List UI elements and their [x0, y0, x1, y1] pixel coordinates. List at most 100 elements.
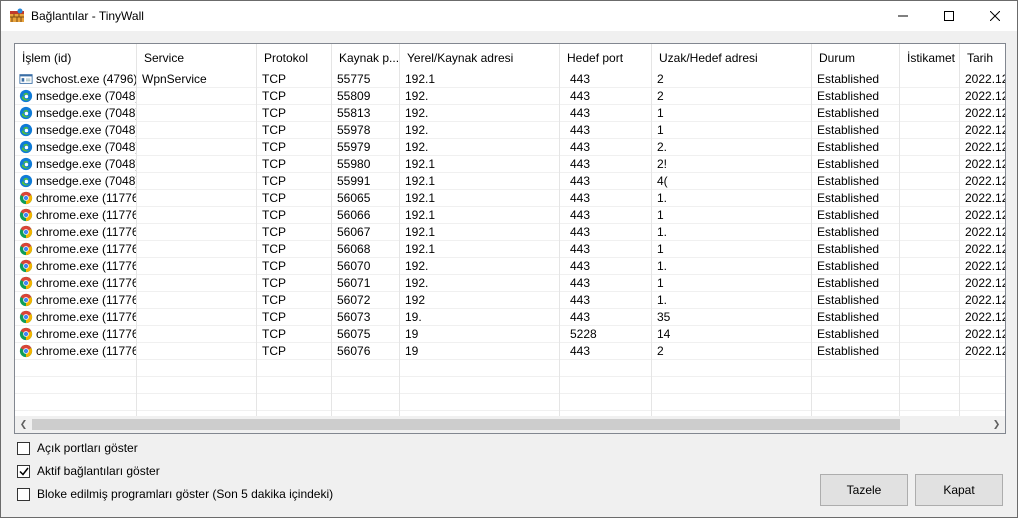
table-row[interactable]: chrome.exe (11776) TCP 56067 192.1 443 1. Esta… — [15, 224, 1005, 241]
table-row[interactable]: chrome.exe (11776) TCP 56065 192.1 443 1. Esta… — [15, 190, 1005, 207]
scroll-left-icon[interactable]: ❮ — [15, 416, 32, 433]
chrome-icon — [19, 327, 33, 341]
column-header-service[interactable]: Service — [137, 44, 257, 72]
scroll-right-icon[interactable]: ❯ — [988, 416, 1005, 433]
table-row[interactable]: chrome.exe (11776) TCP 56068 192.1 443 1 Estab… — [15, 241, 1005, 258]
service-cell — [137, 105, 257, 121]
source-port-cell: 56076 — [337, 344, 371, 358]
remote-address-cell: 2. — [657, 140, 668, 154]
process-name: msedge.exe (7048) — [36, 140, 137, 154]
edge-icon — [19, 89, 33, 103]
table-row[interactable]: msedge.exe (7048) TCP 55978 192. 443 1 Establi… — [15, 122, 1005, 139]
process-name: chrome.exe (11776) — [36, 242, 137, 256]
remote-address-cell: 2! — [657, 157, 668, 171]
state-cell: Established — [817, 174, 880, 188]
remote-address-cell: 1 — [657, 208, 664, 222]
dest-port-cell: 443 — [570, 208, 591, 222]
table-row[interactable]: svchost.exe (4796) WpnService TCP 55775 192.… — [15, 71, 1005, 88]
direction-cell — [900, 275, 960, 291]
state-cell: Established — [817, 327, 880, 341]
protocol-cell: TCP — [262, 191, 286, 205]
column-header-dest-port[interactable]: Hedef port — [560, 44, 652, 72]
table-row[interactable]: msedge.exe (7048) TCP 55813 192. 443 1 Establi… — [15, 105, 1005, 122]
table-header: İşlem (id) Service Protokol Kaynak p... Yere… — [15, 44, 1005, 72]
show-open-ports-label: Açık portları göster — [37, 441, 138, 455]
column-divider — [399, 44, 400, 416]
protocol-cell: TCP — [262, 259, 286, 273]
column-divider — [811, 44, 812, 416]
column-header-date[interactable]: Tarih — [960, 44, 1005, 72]
column-header-local-address[interactable]: Yerel/Kaynak adresi — [400, 44, 560, 72]
process-cell: chrome.exe (11776) — [15, 343, 137, 359]
remote-address-cell: 1. — [657, 293, 668, 307]
column-header-direction[interactable]: İstikamet — [900, 44, 960, 72]
date-cell: 2022.12 — [965, 191, 1005, 205]
column-header-source-port[interactable]: Kaynak p... — [332, 44, 400, 72]
column-header-process[interactable]: İşlem (id) — [15, 44, 137, 72]
show-blocked-programs-option[interactable]: Bloke edilmiş programları göster (Son 5 … — [17, 487, 333, 501]
service-cell — [137, 88, 257, 104]
table-row[interactable]: chrome.exe (11776) TCP 56066 192.1 443 1 Estab… — [15, 207, 1005, 224]
local-address-cell: 19. — [405, 310, 422, 324]
dest-port-cell: 5228 — [570, 327, 597, 341]
process-cell: msedge.exe (7048) — [15, 156, 137, 172]
table-row[interactable]: chrome.exe (11776) TCP 56070 192. 443 1. Estab… — [15, 258, 1005, 275]
table-row[interactable]: msedge.exe (7048) TCP 55980 192.1 443 2! Estab… — [15, 156, 1005, 173]
show-active-connections-option[interactable]: Aktif bağlantıları göster — [17, 464, 160, 478]
chrome-icon — [19, 310, 33, 324]
table-row[interactable]: chrome.exe (11776) TCP 56073 19. 443 35 Establ… — [15, 309, 1005, 326]
column-header-protocol[interactable]: Protokol — [257, 44, 332, 72]
column-header-state[interactable]: Durum — [812, 44, 900, 72]
direction-cell — [900, 343, 960, 359]
dest-port-cell: 443 — [570, 174, 591, 188]
table-row[interactable]: chrome.exe (11776) TCP 56076 19 443 2 Establis… — [15, 343, 1005, 360]
table-row[interactable]: chrome.exe (11776) TCP 56075 19 5228 14 Establ… — [15, 326, 1005, 343]
maximize-button[interactable] — [926, 1, 972, 31]
dest-port-cell: 443 — [570, 276, 591, 290]
process-name: msedge.exe (7048) — [36, 174, 137, 188]
minimize-button[interactable] — [880, 1, 926, 31]
table-row[interactable]: chrome.exe (11776) TCP 56071 192. 443 1 Establ… — [15, 275, 1005, 292]
service-cell — [137, 241, 257, 257]
remote-address-cell: 1 — [657, 242, 664, 256]
state-cell: Established — [817, 293, 880, 307]
protocol-cell: TCP — [262, 327, 286, 341]
remote-address-cell: 1. — [657, 259, 668, 273]
direction-cell — [900, 139, 960, 155]
table-row[interactable]: msedge.exe (7048) TCP 55809 192. 443 2 Establi… — [15, 88, 1005, 105]
show-blocked-programs-label: Bloke edilmiş programları göster (Son 5 … — [37, 487, 334, 501]
chrome-icon — [19, 293, 33, 307]
state-cell: Established — [817, 191, 880, 205]
edge-icon — [19, 106, 33, 120]
process-name: chrome.exe (11776) — [36, 310, 137, 324]
checkbox[interactable] — [17, 441, 30, 455]
service-cell: WpnService — [142, 72, 207, 86]
refresh-button[interactable]: Tazele — [820, 474, 908, 506]
local-address-cell: 192. — [405, 140, 429, 154]
empty-row-line — [15, 393, 1005, 394]
source-port-cell: 56066 — [337, 208, 371, 222]
checkbox[interactable] — [17, 487, 30, 501]
date-cell: 2022.12 — [965, 225, 1005, 239]
protocol-cell: TCP — [262, 208, 286, 222]
service-cell — [137, 292, 257, 308]
edge-icon — [19, 174, 33, 188]
minimize-icon — [898, 15, 908, 17]
scrollbar-thumb[interactable] — [32, 419, 900, 430]
table-row[interactable]: msedge.exe (7048) TCP 55991 192.1 443 4(Estab… — [15, 173, 1005, 190]
dest-port-cell: 443 — [570, 140, 591, 154]
show-open-ports-option[interactable]: Açık portları göster — [17, 441, 138, 455]
dest-port-cell: 443 — [570, 344, 591, 358]
close-button[interactable]: Kapat — [915, 474, 1003, 506]
source-port-cell: 55978 — [337, 123, 371, 137]
table-row[interactable]: msedge.exe (7048) TCP 55979 192. 443 2. Establ… — [15, 139, 1005, 156]
checkbox[interactable] — [17, 464, 30, 478]
local-address-cell: 192.1 — [405, 191, 436, 205]
column-header-remote-address[interactable]: Uzak/Hedef adresi — [652, 44, 812, 72]
table-row[interactable]: chrome.exe (11776) TCP 56072 192 443 1. Establ… — [15, 292, 1005, 309]
connections-table[interactable]: İşlem (id) Service Protokol Kaynak p... Yere… — [14, 43, 1006, 434]
remote-address-cell: 2 — [657, 72, 664, 86]
local-address-cell: 192. — [405, 276, 429, 290]
close-window-button[interactable] — [972, 1, 1018, 31]
horizontal-scrollbar[interactable]: ❮ ❯ — [15, 416, 1005, 433]
